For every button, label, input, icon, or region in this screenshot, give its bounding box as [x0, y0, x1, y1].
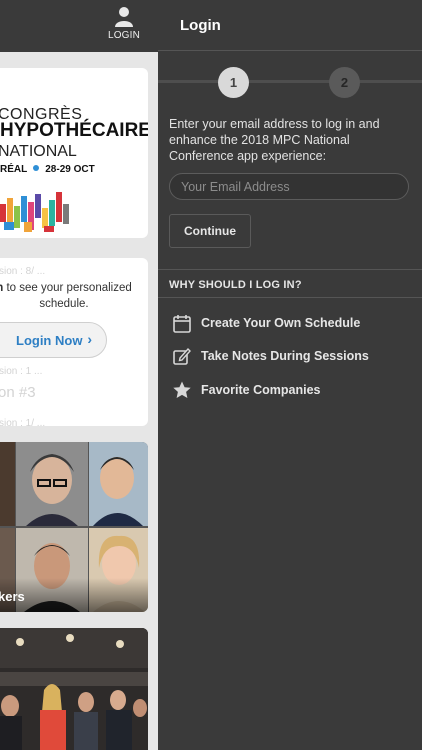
calendar-icon [173, 315, 191, 333]
email-field[interactable] [169, 173, 409, 200]
login-now-button[interactable]: Login Now › [0, 322, 107, 358]
speaker-photo [89, 442, 148, 526]
login-drawer: Login 1 2 Enter your email address to lo… [158, 0, 422, 750]
benefit-label: Favorite Companies [201, 383, 321, 397]
promo-text-body: to see your personalized schedule. [3, 282, 132, 310]
login-now-label: Login Now [16, 333, 83, 348]
speaker-photo [0, 442, 15, 526]
header-login-button[interactable]: LOGIN [104, 6, 144, 41]
promo-text: n to see your personalized schedule. [0, 280, 134, 312]
step-progress-line [158, 80, 422, 83]
event-photo[interactable] [0, 628, 148, 750]
why-login-heading: WHY SHOULD I LOG IN? [169, 279, 302, 291]
banner-city: RÉAL [0, 164, 28, 175]
step-2-indicator: 2 [329, 67, 360, 98]
app-content-background: LOGIN CONGRÈS HYPOTHÉCAIRE NATIONAL RÉAL… [0, 0, 158, 750]
banner-location-dates: RÉAL 28-29 OCT [0, 164, 95, 175]
banner-line2: HYPOTHÉCAIRE [0, 120, 148, 141]
conference-banner[interactable]: CONGRÈS HYPOTHÉCAIRE NATIONAL RÉAL 28-29 … [0, 68, 148, 238]
logo-mosaic-graphic [0, 192, 69, 232]
edit-note-icon [173, 347, 191, 365]
login-instructions: Enter your email address to log in and e… [169, 117, 380, 163]
divider [158, 50, 422, 51]
login-promo-card: ssion : 8/ ... n to see your personalize… [0, 258, 148, 426]
benefit-label: Create Your Own Schedule [201, 316, 361, 330]
app-header: LOGIN [0, 0, 158, 52]
ghost-session-title: on #3 [0, 384, 36, 401]
benefit-label: Take Notes During Sessions [201, 349, 369, 363]
ghost-session-text: ssion : 8/ ... [0, 266, 46, 277]
divider [158, 297, 422, 298]
speakers-card[interactable]: kers [0, 442, 148, 612]
banner-line3: NATIONAL [0, 143, 77, 160]
ghost-session-text: ssion : 1 ... [0, 366, 43, 377]
header-login-label: LOGIN [107, 30, 141, 41]
ghost-session-text: ssion : 1/ ... [0, 418, 46, 426]
speakers-card-label: kers [0, 589, 25, 604]
step-1-indicator: 1 [218, 67, 249, 98]
banner-dates: 28-29 OCT [45, 164, 95, 175]
person-icon [115, 7, 133, 27]
drawer-title: Login [180, 17, 221, 34]
divider [158, 269, 422, 270]
separator-dot [33, 165, 40, 171]
star-icon [173, 381, 191, 398]
continue-button[interactable]: Continue [169, 214, 251, 248]
chevron-right-icon: › [87, 331, 92, 347]
speaker-photo [16, 442, 88, 526]
